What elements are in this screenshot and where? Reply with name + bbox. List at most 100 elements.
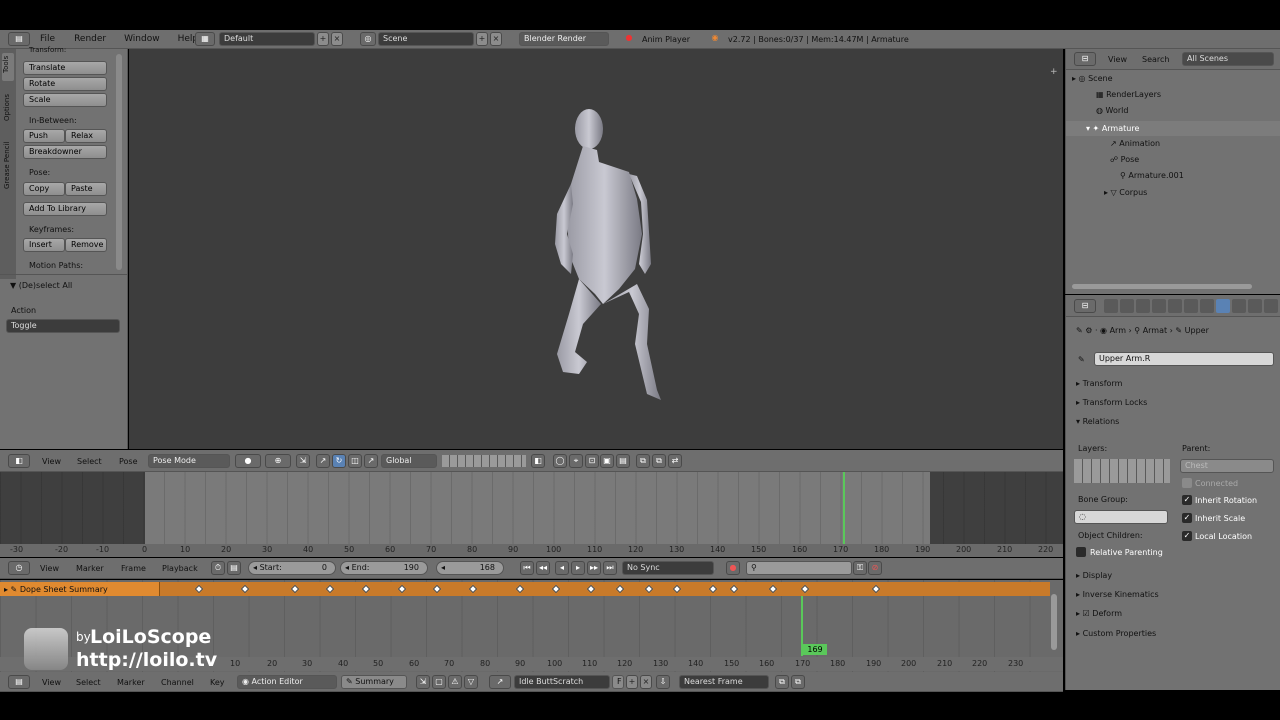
play-reverse-icon[interactable]: ◂ <box>555 561 569 575</box>
next-key-icon[interactable]: ▸▸ <box>587 561 601 575</box>
outliner-item-renderlayers[interactable]: ▦ RenderLayers <box>1096 90 1161 99</box>
panel-transform[interactable]: ▸ Transform <box>1076 379 1122 388</box>
layout-icon[interactable]: ▦ <box>195 32 215 46</box>
outliner-editor-icon[interactable]: ⊟ <box>1074 52 1096 66</box>
jump-end-icon[interactable]: ⏭ <box>603 561 617 575</box>
translate-manipulator-icon[interactable]: ↗ <box>316 454 330 468</box>
delete-keyframe-icon[interactable]: ⊘ <box>868 561 882 575</box>
outliner-item-pose[interactable]: ☍ Pose <box>1110 155 1139 164</box>
anim-player-icon[interactable]: ● <box>622 32 636 46</box>
snap-selector[interactable]: Nearest Frame <box>679 675 769 689</box>
lock-range-icon[interactable]: ▤ <box>227 561 241 575</box>
ds-key-menu[interactable]: Key <box>210 678 225 687</box>
outliner-item-armature001[interactable]: ⚲ Armature.001 <box>1120 171 1184 180</box>
properties-editor-icon[interactable]: ⊟ <box>1074 299 1096 313</box>
ds-view-menu[interactable]: View <box>42 678 61 687</box>
action-name-field[interactable]: Idle ButtScratch <box>514 675 610 689</box>
3d-editor-icon[interactable]: ◧ <box>8 454 30 468</box>
panel-deform[interactable]: ▸ ☑ Deform <box>1076 609 1122 618</box>
scene-close-icon[interactable]: × <box>490 32 502 46</box>
play-icon[interactable]: ▸ <box>571 561 585 575</box>
timeline-area[interactable] <box>0 472 1063 544</box>
3d-viewport[interactable]: + <box>129 49 1063 449</box>
outliner-scrollbar[interactable] <box>1072 284 1252 289</box>
paste-button[interactable]: Paste <box>65 182 107 196</box>
lock-layers-icon[interactable]: ◧ <box>531 454 545 468</box>
timeline-marker-menu[interactable]: Marker <box>76 564 104 573</box>
pose-paste-icon[interactable]: ⧉ <box>652 454 666 468</box>
dope-sheet-editor-icon[interactable]: ▤ <box>8 675 30 689</box>
ds-mode-selector[interactable]: ◉ Action Editor <box>237 675 337 689</box>
ds-marker-menu[interactable]: Marker <box>117 678 145 687</box>
pose-flip-icon[interactable]: ⇄ <box>668 454 682 468</box>
start-frame-field[interactable]: ◂ Start: 0 <box>248 561 336 575</box>
copy-keys-icon[interactable]: ⧉ <box>775 675 789 689</box>
pivot-icon[interactable]: ⊕ <box>265 454 291 468</box>
end-frame-field[interactable]: ◂ End: 190 <box>340 561 428 575</box>
show-hidden-icon[interactable]: ▢ <box>432 675 446 689</box>
insert-keyframe-icon[interactable]: ⚿ <box>853 561 867 575</box>
menu-file[interactable]: File <box>40 34 55 44</box>
dope-sheet-scrollbar[interactable] <box>1051 594 1057 650</box>
tab-grease-pencil[interactable]: Grease Pencil <box>3 142 11 189</box>
local-location-checkbox[interactable]: ✓ <box>1182 531 1192 541</box>
bone-group-field[interactable]: ◌ <box>1074 510 1168 524</box>
record-icon[interactable]: ● <box>726 561 740 575</box>
relax-button[interactable]: Relax <box>65 129 107 143</box>
push-down-icon[interactable]: ⇩ <box>656 675 670 689</box>
timeline-playback-menu[interactable]: Playback <box>162 564 198 573</box>
shading-icon[interactable]: ● <box>235 454 261 468</box>
inherit-scale-checkbox[interactable]: ✓ <box>1182 513 1192 523</box>
bone-layers-grid[interactable] <box>1074 459 1170 483</box>
layout-add-icon[interactable]: + <box>317 32 329 46</box>
menu-render[interactable]: Render <box>74 34 106 44</box>
outliner-item-animation[interactable]: ↗ Animation <box>1110 139 1160 148</box>
add-to-library-button[interactable]: Add To Library <box>23 202 107 216</box>
timeline-view-menu[interactable]: View <box>40 564 59 573</box>
character-model[interactable] <box>539 104 679 404</box>
menu-window[interactable]: Window <box>124 34 160 44</box>
panel-custom-properties[interactable]: ▸ Custom Properties <box>1076 629 1156 638</box>
anim-player-label[interactable]: Anim Player <box>642 35 690 44</box>
timeline-frame-menu[interactable]: Frame <box>121 564 146 573</box>
outliner-view-menu[interactable]: View <box>1108 55 1127 64</box>
paste-keys-icon[interactable]: ⧉ <box>791 675 805 689</box>
outliner-filter-selector[interactable]: All Scenes <box>1182 52 1274 66</box>
sync-selector[interactable]: No Sync <box>622 561 714 575</box>
rotate-manipulator-icon[interactable]: ↻ <box>332 454 346 468</box>
action-selector[interactable]: Toggle <box>6 319 120 333</box>
insert-button[interactable]: Insert <box>23 238 65 252</box>
outliner-item-armature[interactable]: ▾ ✦ Armature <box>1086 124 1139 133</box>
layer-buttons[interactable] <box>442 455 526 467</box>
outliner-search-menu[interactable]: Search <box>1142 55 1169 64</box>
translate-button[interactable]: Translate <box>23 61 107 75</box>
panel-transform-locks[interactable]: ▸ Transform Locks <box>1076 398 1147 407</box>
outliner-item-scene[interactable]: ▸ ◎ Scene <box>1072 74 1112 83</box>
scene-add-icon[interactable]: + <box>476 32 488 46</box>
transform-orientation-icon[interactable]: ↗ <box>364 454 378 468</box>
remove-button[interactable]: Remove <box>65 238 107 252</box>
3d-select-menu[interactable]: Select <box>77 457 102 466</box>
3d-view-menu[interactable]: View <box>42 457 61 466</box>
filter-icon[interactable]: ▽ <box>464 675 478 689</box>
push-button[interactable]: Push <box>23 129 65 143</box>
only-errors-icon[interactable]: ⚠ <box>448 675 462 689</box>
timeline-editor-icon[interactable]: ◷ <box>8 561 30 575</box>
render-engine-selector[interactable]: Blender Render <box>519 32 609 46</box>
prev-key-icon[interactable]: ◂◂ <box>536 561 550 575</box>
current-frame-field[interactable]: ◂ 168 <box>436 561 504 575</box>
tab-options[interactable]: Options <box>3 94 11 121</box>
panel-inverse-kinematics[interactable]: ▸ Inverse Kinematics <box>1076 590 1159 599</box>
scale-manipulator-icon[interactable]: ◫ <box>348 454 362 468</box>
connected-checkbox[interactable] <box>1182 478 1192 488</box>
bone-name-field[interactable]: Upper Arm.R <box>1094 352 1274 366</box>
breakdowner-button[interactable]: Breakdowner <box>23 145 107 159</box>
layout-selector[interactable]: Default <box>219 32 315 46</box>
3d-pose-menu[interactable]: Pose <box>119 457 138 466</box>
inherit-rotation-checkbox[interactable]: ✓ <box>1182 495 1192 505</box>
layout-close-icon[interactable]: × <box>331 32 343 46</box>
panel-relations[interactable]: ▾ Relations <box>1076 417 1119 426</box>
action-browse-icon[interactable]: ↗ <box>489 675 511 689</box>
orientation-selector[interactable]: Global <box>381 454 437 468</box>
ds-channel-menu[interactable]: Channel <box>161 678 194 687</box>
